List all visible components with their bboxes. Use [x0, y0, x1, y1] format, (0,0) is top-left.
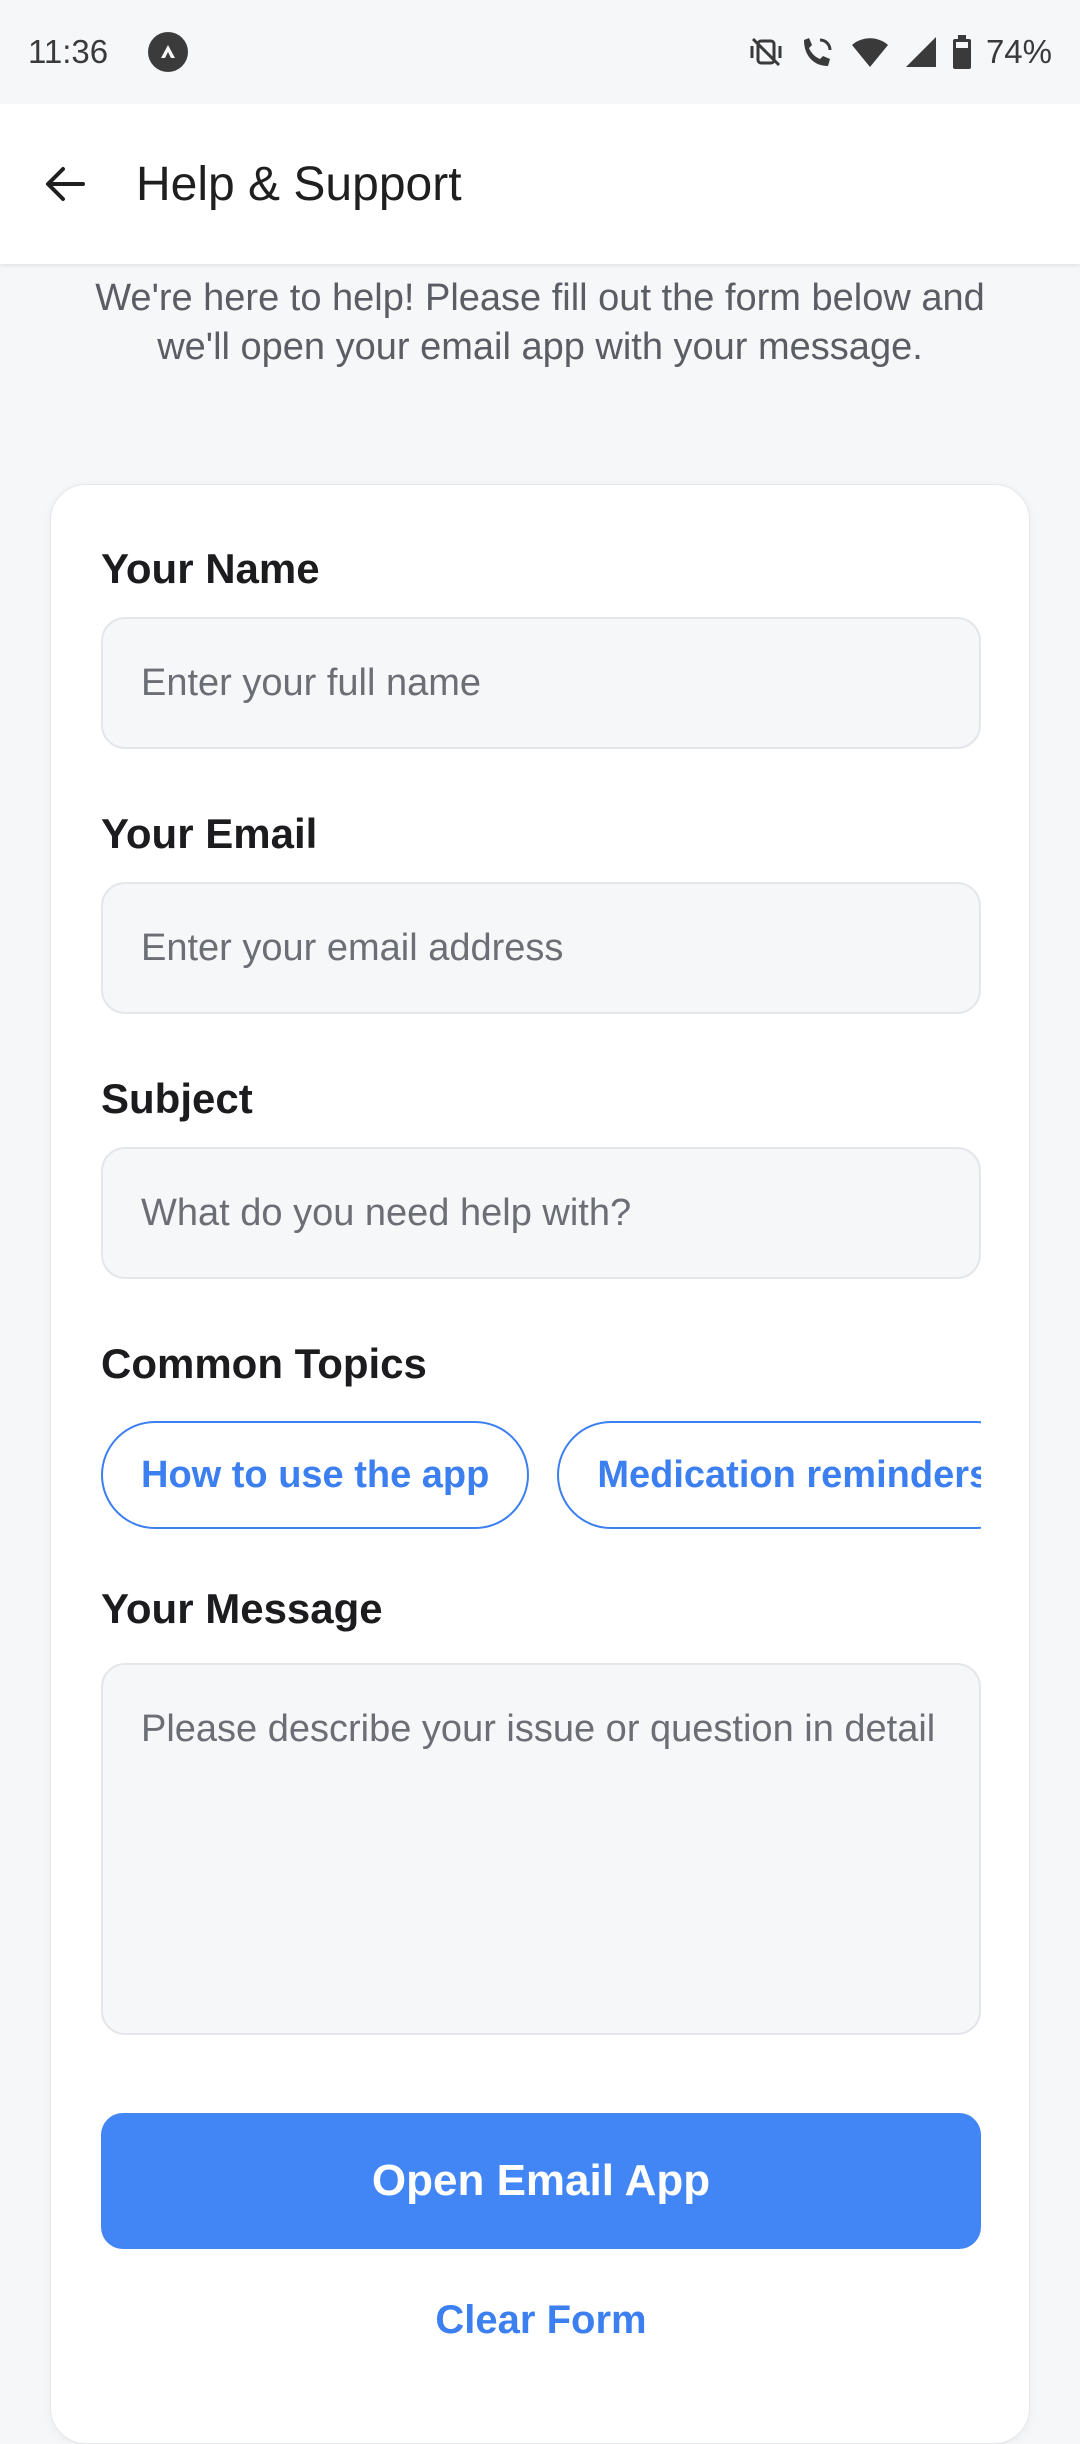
topic-chip-how-to-use[interactable]: How to use the app — [101, 1421, 530, 1529]
open-email-app-button[interactable]: Open Email App — [101, 2113, 981, 2249]
name-label: Your Name — [101, 545, 320, 592]
email-label: Your Email — [101, 810, 318, 857]
signal-icon — [904, 35, 938, 69]
battery-percentage: 74% — [985, 33, 1052, 70]
topic-chips: How to use the app Medication reminders — [101, 1421, 981, 1531]
status-icons: 74% — [748, 33, 1052, 71]
wifi-icon — [850, 35, 890, 69]
back-button[interactable] — [30, 149, 100, 219]
topic-chip-medication-reminders[interactable]: Medication reminders — [557, 1421, 981, 1529]
app-bar: Help & Support — [0, 104, 1080, 264]
battery-icon — [952, 34, 972, 70]
message-textarea[interactable]: Please describe your issue or question i… — [101, 1663, 981, 2035]
clear-form-button[interactable]: Clear Form — [101, 2285, 981, 2355]
name-input[interactable]: Enter your full name — [101, 617, 981, 749]
subject-label: Subject — [101, 1075, 253, 1122]
page-title: Help & Support — [136, 157, 462, 211]
status-bar: 11:36 74% — [0, 0, 1080, 104]
message-label: Your Message — [101, 1585, 383, 1632]
back-arrow-icon — [46, 167, 85, 201]
wifi-calling-icon — [798, 34, 836, 70]
intro-text: We're here to help! Please fill out the … — [95, 277, 985, 368]
email-input[interactable]: Enter your email address — [101, 882, 981, 1014]
common-topics-label: Common Topics — [101, 1340, 427, 1387]
subject-input[interactable]: What do you need help with? — [101, 1147, 981, 1279]
vibrate-off-icon — [748, 34, 784, 70]
support-form-card: Your Name Enter your full name Your Emai… — [50, 484, 1030, 2444]
status-time: 11:36 — [28, 33, 109, 70]
app-notification-icon — [148, 32, 189, 72]
